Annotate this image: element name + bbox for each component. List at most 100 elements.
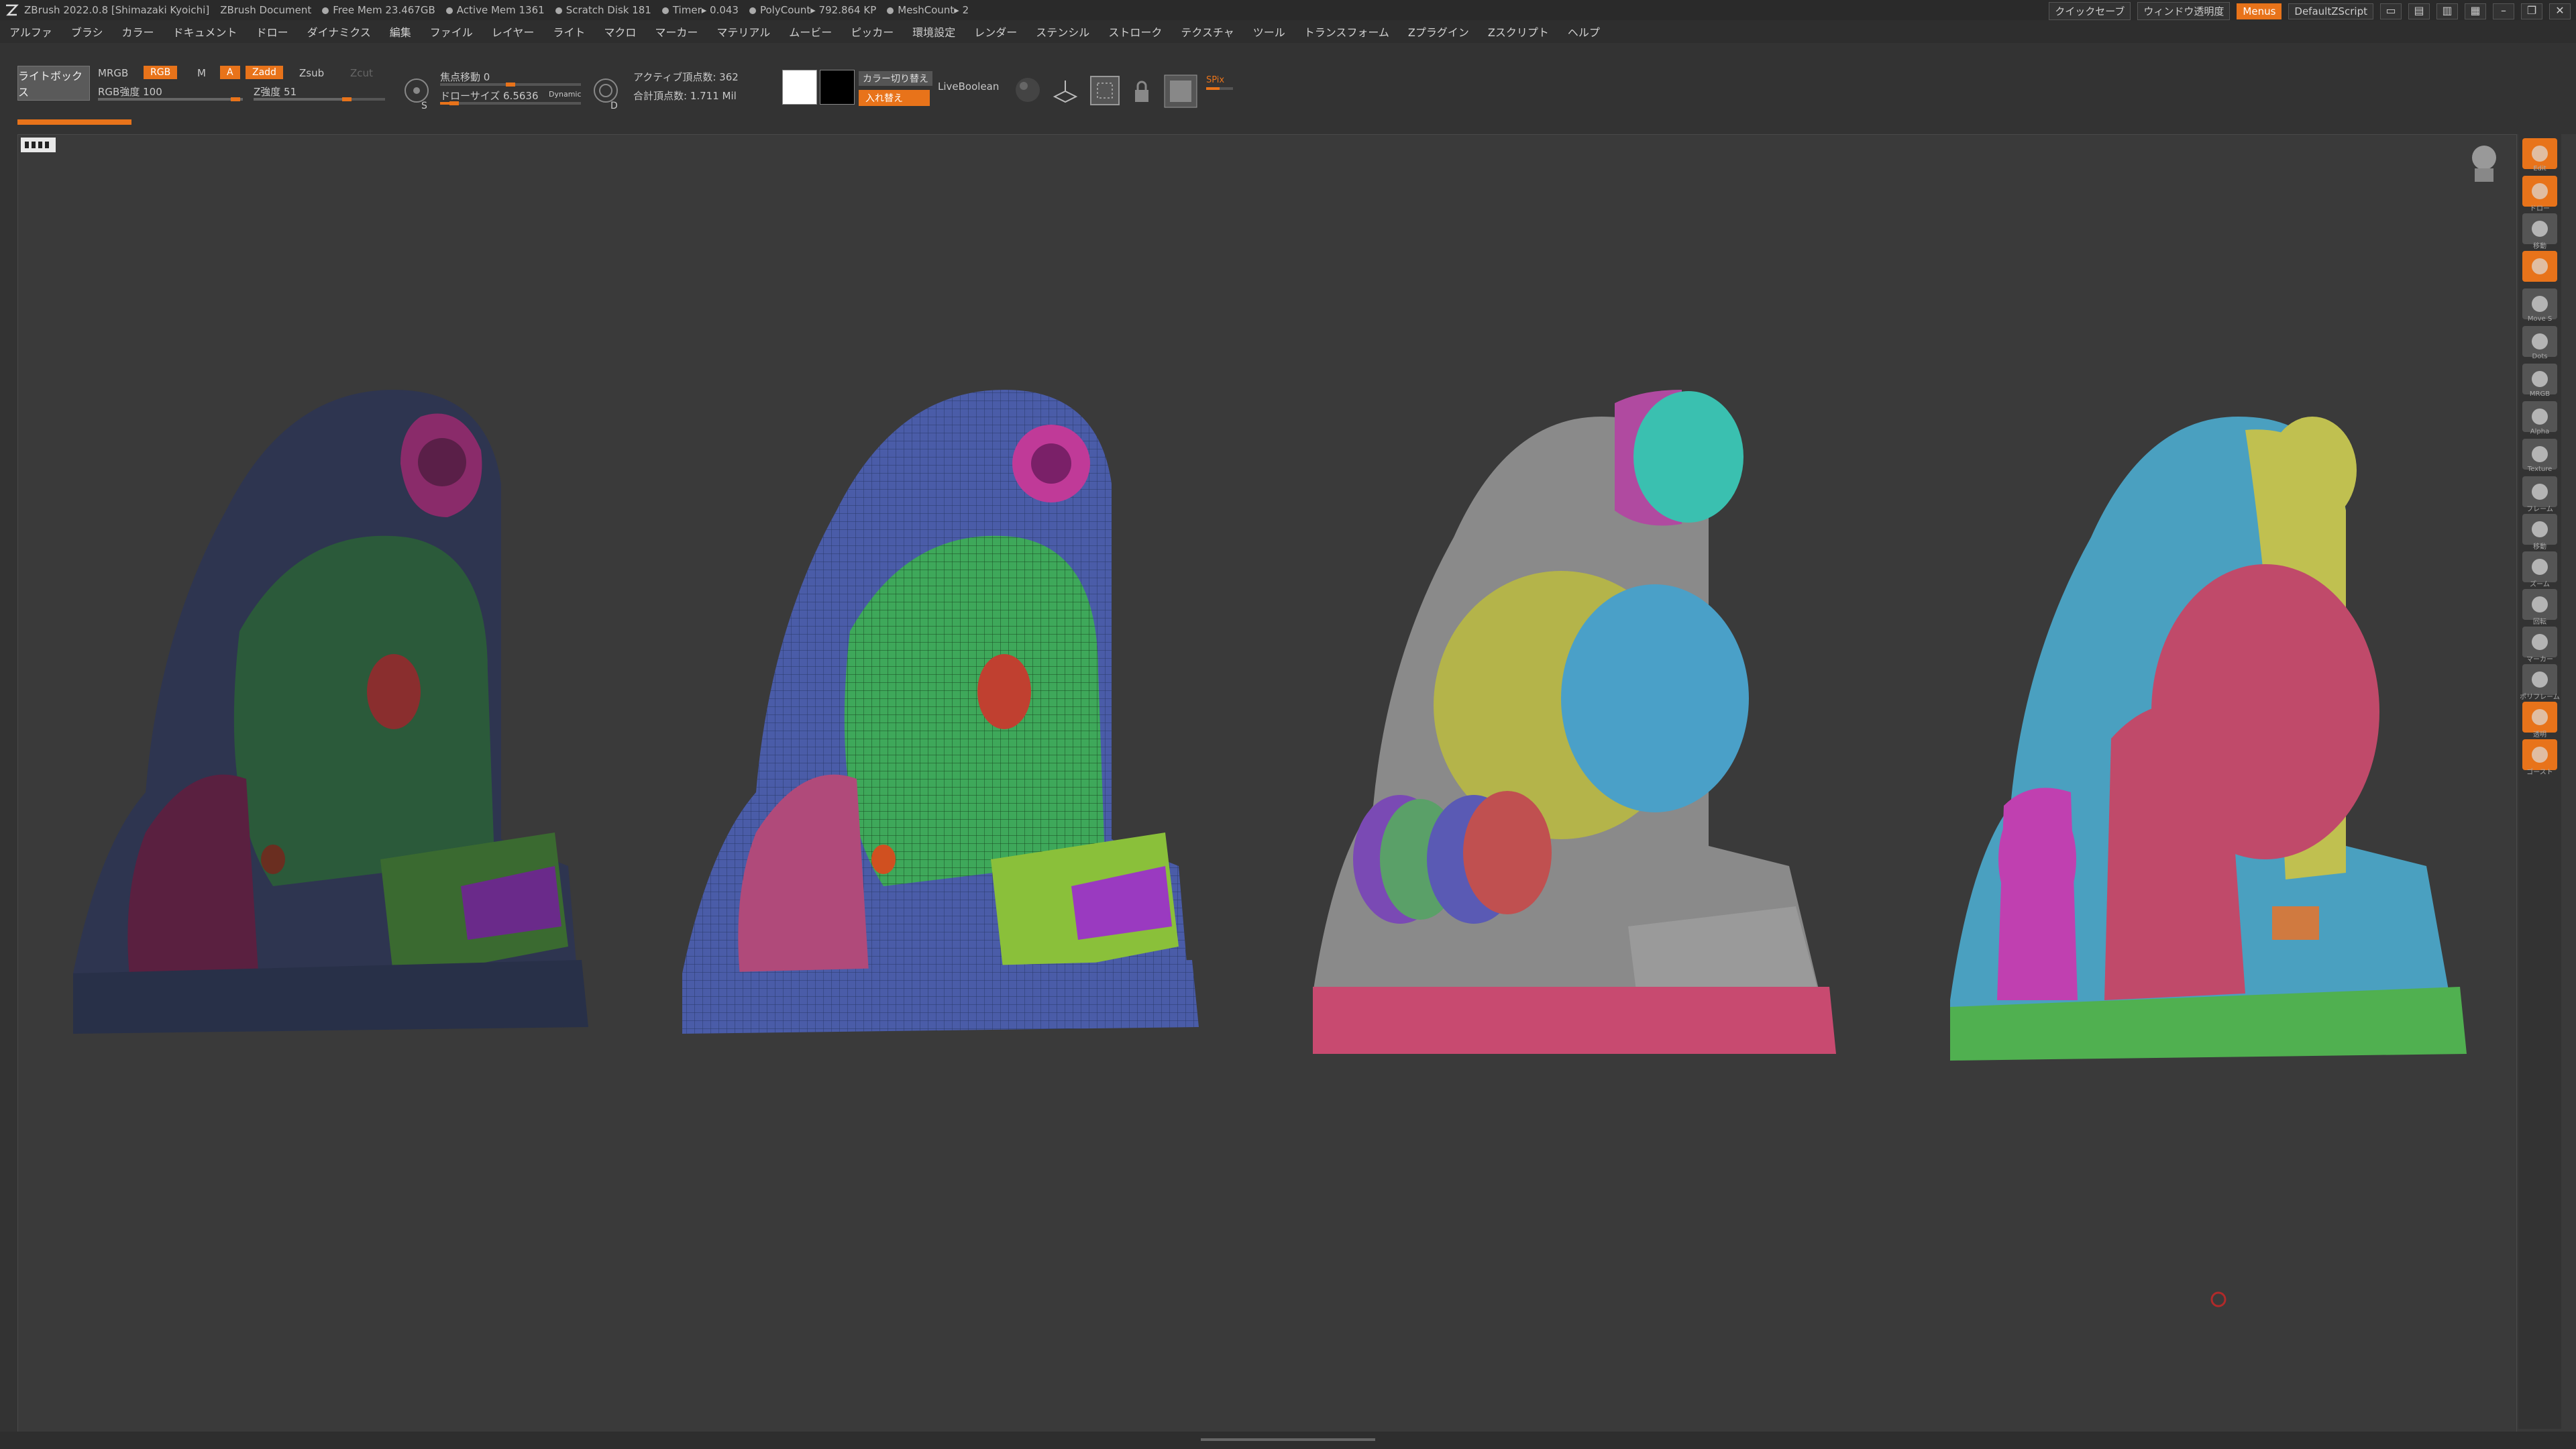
right-shelf-label: Move S	[2527, 315, 2553, 323]
transparency-icon[interactable]	[1163, 74, 1198, 109]
shelf-icon	[2532, 221, 2548, 237]
menu-item[interactable]: ピッカー	[841, 23, 903, 40]
dynamic-button[interactable]: Dynamic	[549, 90, 582, 99]
shelf-icon	[2532, 634, 2548, 650]
shelf-icon	[2532, 484, 2548, 500]
lightbox-button[interactable]: ライトボックス	[17, 66, 90, 101]
menu-item[interactable]: ストローク	[1099, 23, 1171, 40]
default-zscript-button[interactable]: DefaultZScript	[2288, 3, 2373, 19]
dot-icon	[322, 7, 329, 14]
a-button[interactable]: A	[220, 66, 240, 79]
menu-item[interactable]: トランスフォーム	[1295, 23, 1399, 40]
quicksave-button[interactable]: クイックセーブ	[2049, 2, 2131, 20]
close-icon[interactable]: ✕	[2549, 3, 2571, 19]
focal-shift-icon[interactable]	[401, 75, 432, 106]
document-title: ZBrush Document	[220, 4, 312, 16]
spix-slider[interactable]	[1206, 87, 1233, 90]
liveboolean-button[interactable]: LiveBoolean	[938, 80, 999, 93]
layout3-icon[interactable]: ▥	[2436, 3, 2458, 19]
shelf-icon	[2532, 146, 2548, 162]
lock-icon[interactable]	[1130, 78, 1154, 105]
right-shelf-button[interactable]	[2522, 251, 2557, 282]
swap-button[interactable]: 入れ替え	[859, 90, 930, 106]
s-label: S	[421, 101, 427, 111]
menu-item[interactable]: マーカー	[645, 23, 707, 40]
layout4-icon[interactable]: ▦	[2465, 3, 2486, 19]
rgb-intensity-slider[interactable]	[98, 97, 243, 101]
focal-shift-label: 焦点移動 0	[440, 71, 490, 83]
layout2-icon[interactable]: ▤	[2408, 3, 2430, 19]
menu-item[interactable]: ヘルプ	[1558, 23, 1609, 40]
app-title: ZBrush 2022.0.8 [Shimazaki Kyoichi]	[24, 4, 210, 16]
menu-item[interactable]: ファイル	[421, 23, 482, 40]
canvas-render	[21, 138, 2496, 1307]
top-toolbar: ライトボックス MRGB RGB M A Zadd Zsub Zcut RGB強…	[0, 43, 2576, 134]
main-color-swatch[interactable]	[782, 70, 817, 105]
menu-item[interactable]: テクスチャ	[1171, 23, 1243, 40]
menus-button[interactable]: Menus	[2237, 3, 2282, 19]
menu-item[interactable]: ダイナミクス	[298, 23, 380, 40]
right-shelf-label: ゴースト	[2526, 769, 2553, 776]
frame-icon[interactable]	[1088, 74, 1122, 107]
model-3	[1313, 390, 1836, 1054]
zsub-button[interactable]: Zsub	[299, 67, 324, 79]
right-shelf-label: 回転	[2533, 619, 2546, 626]
camera-head-icon[interactable]	[2472, 146, 2496, 182]
menu-item[interactable]: 環境設定	[903, 23, 965, 40]
minimize-icon[interactable]: –	[2493, 3, 2514, 19]
rgb-intensity-label: RGB強度 100	[98, 86, 162, 98]
menu-item[interactable]: Zプラグイン	[1399, 23, 1479, 40]
shelf-icon	[2532, 596, 2548, 612]
menu-item[interactable]: ドキュメント	[164, 23, 247, 40]
m-button[interactable]: M	[197, 67, 206, 79]
canvas-viewport[interactable]	[17, 134, 2517, 1433]
menu-item[interactable]: マクロ	[594, 23, 645, 40]
right-shelf-label: 移動	[2533, 543, 2546, 551]
menu-item[interactable]: ライト	[543, 23, 594, 40]
z-intensity-label: Z強度 51	[254, 86, 297, 98]
focal-shift-slider[interactable]	[440, 83, 581, 87]
zadd-button[interactable]: Zadd	[246, 66, 283, 79]
menu-item[interactable]: ブラシ	[62, 23, 113, 40]
model-1	[73, 390, 588, 1034]
menu-item[interactable]: ムービー	[780, 23, 841, 40]
spix-button[interactable]: SPix	[1206, 75, 1224, 85]
draw-size-slider[interactable]	[440, 101, 581, 105]
shelf-icon	[2532, 709, 2548, 725]
menu-item[interactable]: カラー	[113, 23, 164, 40]
window-transparency-button[interactable]: ウィンドウ透明度	[2137, 2, 2231, 20]
secondary-color-swatch[interactable]	[820, 70, 855, 105]
right-shelf-label: MRGB	[2529, 390, 2551, 398]
z-intensity-slider[interactable]	[254, 97, 385, 101]
menu-bar: アルファ ブラシ カラー ドキュメント ドロー ダイナミクス 編集 ファイル レイヤー ライト マク…	[0, 20, 2576, 43]
right-shelf-label: Texture	[2527, 466, 2553, 473]
layout-icon[interactable]: ▭	[2380, 3, 2402, 19]
menu-item[interactable]: レイヤー	[482, 23, 544, 40]
shelf-icon	[2532, 296, 2548, 312]
zbrush-logo-icon	[6, 4, 19, 16]
color-switch-button[interactable]: カラー切り替え	[859, 71, 932, 86]
menu-item[interactable]: アルファ	[0, 23, 62, 40]
shelf-icon	[2532, 747, 2548, 763]
draw-size-label: ドローサイズ 6.5636	[440, 90, 539, 102]
right-shelf-label: Edit	[2533, 165, 2546, 172]
meshcount: MeshCount▸ 2	[887, 4, 969, 16]
right-shelf-label: フレーム	[2526, 506, 2553, 513]
zcut-button[interactable]: Zcut	[350, 67, 373, 79]
menu-item[interactable]: レンダー	[965, 23, 1026, 40]
dot-icon	[661, 7, 669, 14]
floor-icon[interactable]	[1051, 76, 1080, 106]
mrgb-button[interactable]: MRGB	[98, 67, 128, 79]
shelf-icon	[2532, 183, 2548, 199]
bottom-splitter[interactable]	[1201, 1438, 1375, 1441]
menu-item[interactable]: Zスクリプト	[1479, 23, 1558, 40]
rgb-button[interactable]: RGB	[144, 66, 178, 79]
menu-item[interactable]: マテリアル	[707, 23, 780, 40]
material-sphere-icon[interactable]	[1013, 75, 1042, 105]
right-shelf-label: ズーム	[2530, 581, 2550, 588]
maximize-icon[interactable]: ❐	[2521, 3, 2542, 19]
menu-item[interactable]: ステンシル	[1026, 23, 1099, 40]
menu-item[interactable]: 編集	[380, 23, 421, 40]
menu-item[interactable]: ツール	[1244, 23, 1295, 40]
menu-item[interactable]: ドロー	[247, 23, 298, 40]
